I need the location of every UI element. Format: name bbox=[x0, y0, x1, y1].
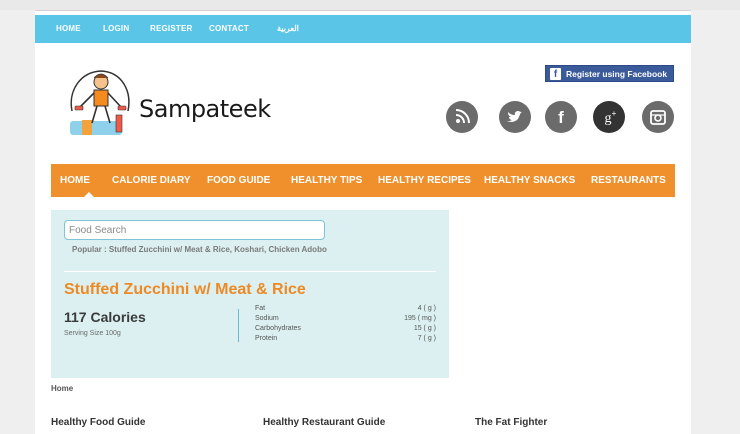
twitter-icon[interactable] bbox=[499, 101, 531, 133]
nav-food-guide[interactable]: FOOD GUIDE bbox=[207, 175, 270, 186]
facebook-logo-icon: f bbox=[550, 68, 561, 80]
top-nav-arabic[interactable]: العربية bbox=[277, 24, 299, 33]
svg-text:g: g bbox=[605, 111, 612, 126]
healthy-restaurant-guide-heading[interactable]: Healthy Restaurant Guide bbox=[263, 417, 385, 428]
nutrient-label-sodium: Sodium bbox=[255, 315, 279, 322]
calorie-widget: Popular : Stuffed Zucchini w/ Meat & Ric… bbox=[51, 210, 449, 378]
logo-figure-icon[interactable] bbox=[66, 66, 136, 136]
top-nav-register[interactable]: REGISTER bbox=[150, 24, 193, 33]
food-search-input[interactable] bbox=[64, 220, 325, 240]
top-nav-login[interactable]: LOGIN bbox=[103, 24, 129, 33]
top-nav-contact[interactable]: CONTACT bbox=[209, 24, 249, 33]
page-container: HOME LOGIN REGISTER CONTACT العربية Samp… bbox=[35, 15, 691, 434]
widget-vertical-rule bbox=[238, 309, 239, 342]
nutrient-label-fat: Fat bbox=[255, 305, 266, 312]
svg-text:f: f bbox=[558, 108, 564, 127]
calorie-count: 117 Calories bbox=[64, 309, 146, 325]
browser-chrome-strip bbox=[0, 0, 740, 11]
page-background-left bbox=[0, 10, 35, 434]
rss-icon[interactable] bbox=[446, 101, 478, 133]
popular-foods[interactable]: Popular : Stuffed Zucchini w/ Meat & Ric… bbox=[72, 245, 327, 254]
register-facebook-label: Register using Facebook bbox=[566, 69, 668, 79]
active-nav-indicator bbox=[83, 192, 95, 198]
top-nav-home[interactable]: HOME bbox=[56, 24, 81, 33]
widget-divider bbox=[64, 271, 436, 272]
nutrient-value-protein: 7 ( g ) bbox=[417, 335, 436, 342]
nutrient-value-carbohydrates: 15 ( g ) bbox=[413, 325, 436, 332]
serving-size: Serving Size 100g bbox=[64, 330, 121, 337]
fat-fighter-heading[interactable]: The Fat Fighter bbox=[475, 417, 547, 428]
nutrient-label-protein: Protein bbox=[255, 335, 278, 342]
nutrient-label-carbohydrates: Carbohydrates bbox=[255, 325, 301, 332]
svg-text:+: + bbox=[612, 109, 617, 118]
healthy-food-guide-heading[interactable]: Healthy Food Guide bbox=[51, 417, 145, 428]
top-bar: HOME LOGIN REGISTER CONTACT العربية bbox=[35, 15, 691, 43]
register-facebook-button[interactable]: f Register using Facebook bbox=[545, 65, 674, 82]
nav-home[interactable]: HOME bbox=[60, 175, 90, 186]
nav-healthy-snacks[interactable]: HEALTHY SNACKS bbox=[484, 175, 575, 186]
instagram-icon[interactable] bbox=[642, 101, 674, 133]
google-plus-icon[interactable]: g + bbox=[593, 101, 625, 133]
main-navigation: HOME CALORIE DIARY FOOD GUIDE HEALTHY TI… bbox=[51, 164, 675, 197]
food-title: Stuffed Zucchini w/ Meat & Rice bbox=[64, 281, 306, 298]
breadcrumb[interactable]: Home bbox=[51, 384, 73, 393]
nav-healthy-recipes[interactable]: HEALTHY RECIPES bbox=[378, 175, 471, 186]
nav-calorie-diary[interactable]: CALORIE DIARY bbox=[112, 175, 191, 186]
page-background-right bbox=[691, 10, 740, 434]
brand-name[interactable]: Sampateek bbox=[139, 95, 271, 123]
nutrient-value-fat: 4 ( g ) bbox=[417, 305, 436, 312]
facebook-icon[interactable]: f bbox=[545, 101, 577, 133]
nutrient-value-sodium: 195 ( mg ) bbox=[404, 315, 436, 322]
nav-healthy-tips[interactable]: HEALTHY TIPS bbox=[291, 175, 362, 186]
nav-restaurants[interactable]: RESTAURANTS bbox=[591, 175, 666, 186]
